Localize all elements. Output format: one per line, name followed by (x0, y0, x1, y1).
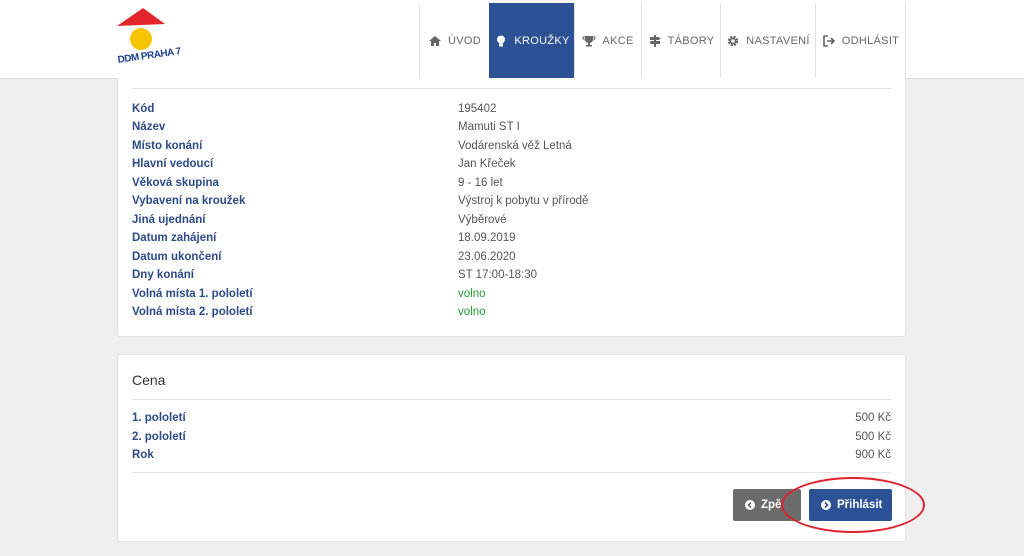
info-value: ST 17:00-18:30 (458, 269, 538, 281)
nav-item-label: Tábory (667, 34, 715, 47)
info-label: Datum ukončení (132, 251, 222, 263)
info-value: Výstroj k pobytu v přírodě (458, 195, 589, 207)
info-label: Dny konání (132, 269, 194, 281)
info-row-dny-konani: Dny konání ST 17:00-18:30 (132, 266, 891, 284)
price-label: Rok (132, 449, 154, 461)
nav-item-odhlasit[interactable]: Odhlásit (815, 3, 906, 78)
info-label: Volná místa 2. pololetí (132, 306, 253, 318)
info-row-datum-zahajeni: Datum zahájení 18.09.2019 (132, 229, 891, 247)
info-row-volna-mista-2: Volná místa 2. pololetí volno (132, 303, 891, 321)
nav-item-label: Akce (602, 34, 634, 47)
nav-item-uvod[interactable]: Úvod (419, 3, 489, 78)
info-label: Kód (132, 103, 155, 115)
info-row-hlavni-vedouci: Hlavní vedoucí Jan Křeček (132, 155, 891, 173)
info-label: Hlavní vedoucí (132, 158, 214, 170)
top-navbar: DDM PRAHA 7 Úvod Kroužky Akce Tábory (0, 0, 1024, 79)
info-label: Volná místa 1. pololetí (132, 288, 253, 300)
info-value: 195402 (458, 103, 497, 115)
trophy-icon (582, 34, 596, 48)
info-value: Vodárenská věž Letná (458, 140, 572, 152)
info-row-misto-konani: Místo konání Vodárenská věž Letná (132, 137, 891, 155)
info-value: 23.06.2020 (458, 251, 516, 263)
course-info-panel: Kód 195402 Název Mamuti ST I Místo konán… (117, 78, 906, 337)
info-label: Jiná ujednání (132, 214, 206, 226)
info-label: Datum zahájení (132, 232, 217, 244)
signup-button[interactable]: Přihlásit (809, 489, 892, 521)
info-value: 18.09.2019 (458, 232, 516, 244)
info-label: Vybavení na kroužek (132, 195, 246, 207)
lightbulb-icon (494, 34, 508, 48)
gear-icon (726, 34, 740, 48)
nav-item-label: Úvod (448, 34, 481, 47)
nav-item-label: Odhlásit (841, 34, 900, 47)
info-row-vybaveni: Vybavení na kroužek Výstroj k pobytu v p… (132, 192, 891, 210)
main-nav: Úvod Kroužky Akce Tábory Nastavení (419, 3, 906, 78)
price-value: 500 Kč (855, 412, 891, 424)
info-row-nazev: Název Mamuti ST I (132, 118, 891, 136)
nav-item-label: Kroužky (514, 34, 570, 47)
info-label: Věková skupina (132, 177, 219, 189)
info-value: Výběrové (458, 214, 507, 226)
divider (132, 88, 891, 89)
info-value: Mamuti ST I (458, 121, 520, 133)
nav-item-nastaveni[interactable]: Nastavení (720, 3, 815, 78)
back-button-label: Zpě (761, 499, 782, 511)
availability-status: volno (458, 288, 486, 300)
info-value: 9 - 16 let (458, 177, 503, 189)
availability-status: volno (458, 306, 486, 318)
divider (132, 472, 891, 473)
info-label: Místo konání (132, 140, 203, 152)
info-label: Název (132, 121, 166, 133)
price-value: 500 Kč (855, 431, 891, 443)
signup-button-label: Přihlásit (837, 499, 883, 511)
price-panel-title: Cena (132, 372, 166, 388)
sign-out-icon (822, 34, 836, 48)
info-row-vekova-skupina: Věková skupina 9 - 16 let (132, 174, 891, 192)
divider (132, 399, 891, 400)
price-panel: Cena 1. pololetí 500 Kč 2. pololetí 500 … (117, 354, 906, 542)
ddm-praha-7-logo[interactable]: DDM PRAHA 7 (117, 8, 181, 74)
info-row-kod: Kód 195402 (132, 100, 891, 118)
logo-graphic-icon (117, 8, 165, 50)
signpost-icon (648, 34, 662, 48)
back-button[interactable]: Zpě (733, 489, 801, 521)
price-row-rok: Rok 900 Kč (132, 446, 891, 464)
nav-item-krouzky[interactable]: Kroužky (489, 3, 574, 78)
info-row-jina-ujednani: Jiná ujednání Výběrové (132, 211, 891, 229)
price-label: 2. pololetí (132, 431, 186, 443)
chevron-right-icon (821, 500, 831, 510)
info-value: Jan Křeček (458, 158, 516, 170)
nav-item-akce[interactable]: Akce (574, 3, 641, 78)
price-row-2-pololeti: 2. pololetí 500 Kč (132, 428, 891, 446)
info-row-volna-mista-1: Volná místa 1. pololetí volno (132, 285, 891, 303)
home-icon (428, 34, 442, 48)
price-row-1-pololeti: 1. pololetí 500 Kč (132, 409, 891, 427)
nav-item-tabory[interactable]: Tábory (641, 3, 720, 78)
info-row-datum-ukonceni: Datum ukončení 23.06.2020 (132, 248, 891, 266)
nav-item-label: Nastavení (746, 34, 810, 47)
price-value: 900 Kč (855, 449, 891, 461)
chevron-left-icon (745, 500, 755, 510)
price-label: 1. pololetí (132, 412, 186, 424)
